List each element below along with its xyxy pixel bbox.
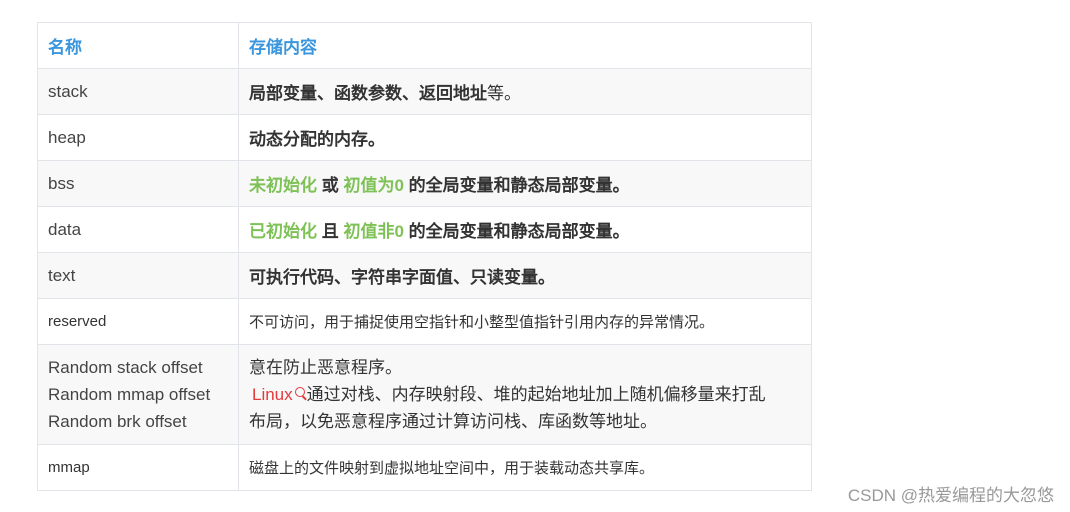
header-name: 名称	[37, 22, 239, 69]
row-name: Random stack offset	[48, 358, 203, 377]
row-name: reserved	[37, 298, 239, 345]
link-text[interactable]: Linux	[252, 385, 293, 404]
row-name: data	[37, 206, 239, 253]
row-name: Random brk offset	[48, 412, 187, 431]
table-row: data 已初始化 且 初值非0 的全局变量和静态局部变量。	[37, 206, 812, 253]
desc-line: 意在防止恶意程序。	[249, 358, 402, 377]
row-names: Random stack offset Random mmap offset R…	[37, 344, 239, 445]
table-row: bss 未初始化 或 初值为0 的全局变量和静态局部变量。	[37, 160, 812, 207]
highlight-text: 初值为0	[343, 176, 404, 195]
row-name: mmap	[37, 444, 239, 491]
row-name: stack	[37, 68, 239, 115]
memory-layout-table: 名称 存储内容 stack 局部变量、函数参数、返回地址等。 heap 动态分配…	[37, 22, 812, 491]
table-row: stack 局部变量、函数参数、返回地址等。	[37, 68, 812, 115]
row-name: Random mmap offset	[48, 385, 211, 404]
highlight-text: 已初始化	[249, 222, 317, 241]
highlight-text: 未初始化	[249, 176, 317, 195]
header-content: 存储内容	[238, 22, 812, 69]
desc-line: 布局，以免恶意程序通过计算访问栈、库函数等地址。	[249, 412, 657, 431]
row-name: heap	[37, 114, 239, 161]
search-icon[interactable]	[294, 387, 305, 397]
table-row: heap 动态分配的内存。	[37, 114, 812, 161]
row-desc: 可执行代码、字符串字面值、只读变量。	[238, 252, 812, 299]
desc-line: Linux 通过对栈、内存映射段、堆的起始地址加上随机偏移量来打乱	[249, 381, 811, 408]
linux-link[interactable]: Linux	[249, 385, 307, 404]
desc-rest: 的全局变量和静态局部变量。	[403, 222, 630, 241]
row-desc: 局部变量、函数参数、返回地址等。	[238, 68, 812, 115]
highlight-text: 初值非0	[343, 222, 404, 241]
row-desc: 已初始化 且 初值非0 的全局变量和静态局部变量。	[238, 206, 812, 253]
table-header-row: 名称 存储内容	[37, 22, 812, 69]
connector-text: 且	[317, 222, 344, 241]
row-desc: 不可访问，用于捕捉使用空指针和小整型值指针引用内存的异常情况。	[238, 298, 812, 345]
desc-tail: 等。	[487, 84, 521, 103]
desc-rest: 的全局变量和静态局部变量。	[403, 176, 630, 195]
row-name: bss	[37, 160, 239, 207]
row-desc: 未初始化 或 初值为0 的全局变量和静态局部变量。	[238, 160, 812, 207]
table-row: Random stack offset Random mmap offset R…	[37, 344, 812, 445]
row-name: text	[37, 252, 239, 299]
table-row: reserved 不可访问，用于捕捉使用空指针和小整型值指针引用内存的异常情况。	[37, 298, 812, 345]
table-row: text 可执行代码、字符串字面值、只读变量。	[37, 252, 812, 299]
row-desc: 意在防止恶意程序。 Linux 通过对栈、内存映射段、堆的起始地址加上随机偏移量来…	[238, 344, 812, 445]
row-desc: 磁盘上的文件映射到虚拟地址空间中，用于装载动态共享库。	[238, 444, 812, 491]
connector-text: 或	[317, 176, 344, 195]
table-row: mmap 磁盘上的文件映射到虚拟地址空间中，用于装载动态共享库。	[37, 444, 812, 491]
watermark: CSDN @热爱编程的大忽悠	[847, 486, 1054, 505]
row-desc: 动态分配的内存。	[238, 114, 812, 161]
desc-bold: 局部变量、函数参数、返回地址	[249, 84, 487, 103]
desc-text: 通过对栈、内存映射段、堆的起始地址加上随机偏移量来打乱	[306, 385, 766, 404]
